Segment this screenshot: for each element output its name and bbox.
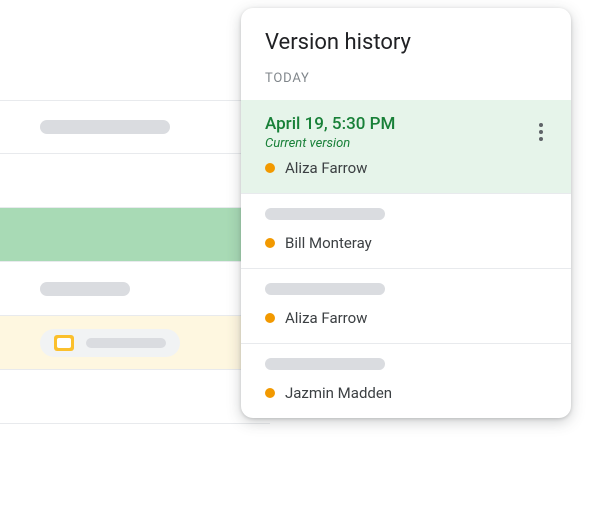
version-subtitle: Current version bbox=[265, 136, 547, 151]
placeholder-date bbox=[265, 358, 385, 370]
version-editor: Jazmin Madden bbox=[265, 384, 547, 402]
panel-title: Version history bbox=[241, 8, 571, 65]
slides-icon bbox=[54, 335, 74, 351]
version-item[interactable]: Aliza Farrow bbox=[241, 269, 571, 344]
version-item[interactable]: Jazmin Madden bbox=[241, 344, 571, 418]
placeholder-line bbox=[86, 338, 166, 348]
editor-name: Jazmin Madden bbox=[285, 384, 392, 402]
section-label-today: TODAY bbox=[241, 65, 571, 100]
editor-name: Bill Monteray bbox=[285, 234, 372, 252]
editor-dot-icon bbox=[265, 163, 275, 173]
doc-row-slides bbox=[0, 316, 270, 370]
doc-row bbox=[0, 262, 270, 316]
doc-item-chip bbox=[40, 329, 180, 357]
version-editor: Aliza Farrow bbox=[265, 159, 547, 177]
document-background bbox=[0, 100, 270, 424]
doc-row bbox=[0, 100, 270, 154]
version-editor: Bill Monteray bbox=[265, 234, 547, 252]
placeholder-line bbox=[40, 282, 130, 296]
version-editor: Aliza Farrow bbox=[265, 309, 547, 327]
more-options-button[interactable] bbox=[529, 120, 553, 144]
editor-dot-icon bbox=[265, 388, 275, 398]
editor-dot-icon bbox=[265, 313, 275, 323]
placeholder-line bbox=[40, 120, 170, 134]
doc-row bbox=[0, 370, 270, 424]
editor-dot-icon bbox=[265, 238, 275, 248]
version-date: April 19, 5:30 PM bbox=[265, 114, 547, 134]
version-item-current[interactable]: April 19, 5:30 PM Current version Aliza … bbox=[241, 100, 571, 194]
editor-name: Aliza Farrow bbox=[285, 159, 367, 177]
version-history-panel: Version history TODAY April 19, 5:30 PM … bbox=[241, 8, 571, 418]
placeholder-date bbox=[265, 283, 385, 295]
version-item[interactable]: Bill Monteray bbox=[241, 194, 571, 269]
doc-row bbox=[0, 154, 270, 208]
placeholder-date bbox=[265, 208, 385, 220]
doc-row-highlight bbox=[0, 208, 270, 262]
editor-name: Aliza Farrow bbox=[285, 309, 367, 327]
